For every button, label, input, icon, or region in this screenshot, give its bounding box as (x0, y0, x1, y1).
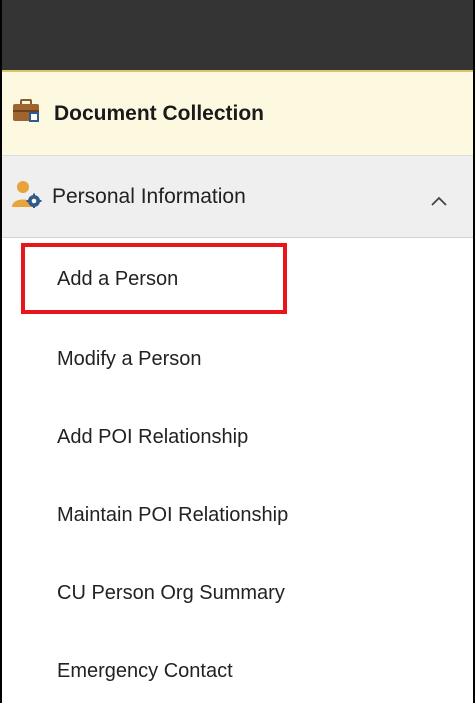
personal-information-submenu: Add a Person Modify a Person Add POI Rel… (2, 238, 473, 703)
personal-information-section[interactable]: Personal Information (2, 156, 473, 238)
menu-item-add-poi-relationship[interactable]: Add POI Relationship (2, 398, 473, 476)
menu-item-label: Maintain POI Relationship (57, 503, 289, 526)
menu-item-label: CU Person Org Summary (57, 581, 285, 604)
top-header-bar (2, 0, 473, 72)
menu-item-label: Emergency Contact (57, 659, 233, 682)
menu-item-label: Add POI Relationship (57, 425, 249, 448)
menu-item-add-a-person[interactable]: Add a Person (2, 238, 473, 320)
navigation-panel: Document Collection Personal Information (0, 0, 475, 703)
menu-item-modify-a-person[interactable]: Modify a Person (2, 320, 473, 398)
chevron-up-icon[interactable] (431, 193, 447, 206)
personal-information-label: Personal Information (52, 184, 246, 208)
briefcase-icon (12, 99, 40, 128)
menu-item-label: Add a Person (57, 267, 179, 290)
menu-item-cu-person-org-summary[interactable]: CU Person Org Summary (2, 554, 473, 632)
menu-item-maintain-poi-relationship[interactable]: Maintain POI Relationship (2, 476, 473, 554)
document-collection-item[interactable]: Document Collection (2, 72, 473, 156)
menu-item-emergency-contact[interactable]: Emergency Contact (2, 632, 473, 703)
document-collection-label: Document Collection (54, 101, 265, 125)
person-gear-icon (12, 180, 42, 213)
menu-item-label: Modify a Person (57, 347, 202, 370)
